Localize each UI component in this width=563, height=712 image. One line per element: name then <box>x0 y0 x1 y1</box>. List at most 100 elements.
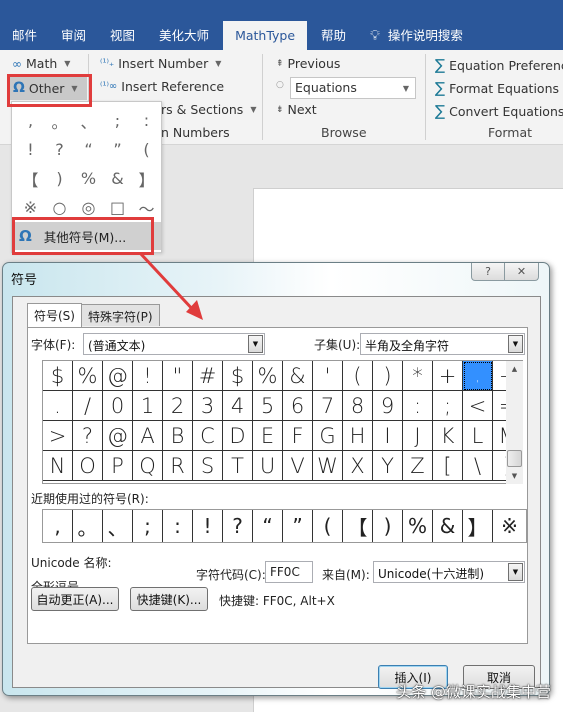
dropdown-symbol[interactable]: & <box>103 164 132 193</box>
close-button[interactable]: ✕ <box>505 263 539 281</box>
previous-button[interactable]: ⇞ Previous <box>276 56 340 71</box>
symbol-cell[interactable]: [ <box>433 451 463 481</box>
symbol-cell[interactable]: 8 <box>343 391 373 421</box>
symbol-cell[interactable]: ! <box>133 361 163 391</box>
dropdown-symbol[interactable]: : <box>132 106 161 135</box>
tab-beautify[interactable]: 美化大师 <box>147 21 221 50</box>
symbol-cell[interactable]: E <box>253 421 283 451</box>
tab-symbols[interactable]: 符号(S) <box>27 303 82 327</box>
chevron-down-icon[interactable]: ▼ <box>508 563 523 581</box>
symbol-cell[interactable]: % <box>253 361 283 391</box>
symbol-cell[interactable]: G <box>313 421 343 451</box>
recent-symbol[interactable]: 】 <box>463 510 493 542</box>
dropdown-symbol[interactable]: ? <box>45 135 74 164</box>
tab-review[interactable]: 审阅 <box>49 21 98 50</box>
symbol-cell[interactable]: C <box>193 421 223 451</box>
recent-symbol[interactable]: : <box>163 510 193 542</box>
symbol-cell[interactable]: : <box>403 391 433 421</box>
symbol-cell[interactable]: ( <box>343 361 373 391</box>
symbol-cell[interactable]: ? <box>73 421 103 451</box>
font-select[interactable]: (普通文本) ▼ <box>83 333 265 355</box>
symbol-cell[interactable]: D <box>223 421 253 451</box>
format-equations-button[interactable]: ∑ Format Equations <box>435 79 559 97</box>
symbol-cell[interactable]: * <box>403 361 433 391</box>
math-button[interactable]: ∞ Math ▼ <box>12 56 70 71</box>
symbol-cell[interactable]: 5 <box>253 391 283 421</box>
equation-preferences-button[interactable]: ∑ Equation Preferenc <box>435 56 563 74</box>
update-numbers-button[interactable]: n Numbers <box>161 125 230 140</box>
tab-mathtype[interactable]: MathType <box>223 21 308 50</box>
recent-symbol[interactable]: ? <box>223 510 253 542</box>
chapters-sections-button[interactable]: rs & Sections ▼ <box>161 102 256 117</box>
symbol-cell[interactable]: X <box>343 451 373 481</box>
symbol-cell[interactable]: " <box>163 361 193 391</box>
symbol-cell[interactable]: ' <box>313 361 343 391</box>
convert-equations-button[interactable]: ∑ Convert Equations <box>435 102 563 120</box>
symbol-cell[interactable]: W <box>313 451 343 481</box>
symbol-cell[interactable]: . <box>43 391 73 421</box>
symbol-cell[interactable]: \ <box>463 451 493 481</box>
symbol-cell[interactable]: F <box>283 421 313 451</box>
symbol-cell[interactable]: # <box>193 361 223 391</box>
recent-symbol[interactable]: , <box>43 510 73 542</box>
autocorrect-button[interactable]: 自动更正(A)... <box>31 587 119 611</box>
insert-number-button[interactable]: ⁽¹⁾₊ Insert Number ▼ <box>100 56 221 71</box>
symbol-cell[interactable]: $ <box>223 361 253 391</box>
symbol-cell[interactable]: Z <box>403 451 433 481</box>
symbol-cell[interactable]: 6 <box>283 391 313 421</box>
symbol-cell[interactable]: K <box>433 421 463 451</box>
symbol-cell[interactable]: @ <box>103 361 133 391</box>
symbol-cell[interactable]: R <box>163 451 193 481</box>
recent-symbol[interactable]: 、 <box>103 510 133 542</box>
scroll-up-icon[interactable]: ▲ <box>506 361 523 377</box>
symbol-cell[interactable]: A <box>133 421 163 451</box>
symbol-cell[interactable]: O <box>73 451 103 481</box>
tab-help[interactable]: 帮助 <box>309 21 358 50</box>
dropdown-symbol[interactable]: 。 <box>45 106 74 135</box>
scroll-down-icon[interactable]: ▼ <box>506 468 523 484</box>
symbol-cell[interactable]: P <box>103 451 133 481</box>
tab-view[interactable]: 视图 <box>98 21 147 50</box>
symbol-cell[interactable]: T <box>223 451 253 481</box>
symbol-cell[interactable]: 0 <box>103 391 133 421</box>
dropdown-symbol[interactable]: , <box>16 106 45 135</box>
scroll-thumb[interactable] <box>507 450 522 467</box>
dropdown-symbol[interactable]: 【 <box>16 164 45 193</box>
recent-symbol[interactable]: ) <box>373 510 403 542</box>
recent-symbol[interactable]: 【 <box>343 510 373 542</box>
symbol-cell[interactable]: N <box>43 451 73 481</box>
symbol-cell[interactable]: 1 <box>133 391 163 421</box>
recent-symbol[interactable]: “ <box>253 510 283 542</box>
symbol-cell[interactable]: & <box>283 361 313 391</box>
symbol-cell[interactable]: < <box>463 391 493 421</box>
symbol-cell[interactable]: L <box>463 421 493 451</box>
symbol-cell[interactable]: J <box>403 421 433 451</box>
recent-symbol[interactable]: 。 <box>73 510 103 542</box>
subset-select[interactable]: 半角及全角字符 ▼ <box>360 333 525 355</box>
from-select[interactable]: Unicode(十六进制) ▼ <box>373 561 525 583</box>
chevron-down-icon[interactable]: ▼ <box>248 335 263 353</box>
recent-symbol[interactable]: & <box>433 510 463 542</box>
symbol-cell[interactable]: > <box>43 421 73 451</box>
symbol-cell-selected[interactable]: , <box>463 361 493 391</box>
symbol-cell[interactable]: S <box>193 451 223 481</box>
symbol-cell[interactable]: V <box>283 451 313 481</box>
symbol-cell[interactable]: Y <box>373 451 403 481</box>
dropdown-symbol[interactable]: ” <box>103 135 132 164</box>
dropdown-symbol[interactable]: ( <box>132 135 161 164</box>
dropdown-symbol[interactable]: ! <box>16 135 45 164</box>
recent-symbol[interactable]: ” <box>283 510 313 542</box>
char-code-input[interactable]: FF0C <box>265 561 313 583</box>
symbol-cell[interactable]: + <box>433 361 463 391</box>
symbol-cell[interactable]: 4 <box>223 391 253 421</box>
recent-symbol[interactable]: ( <box>313 510 343 542</box>
recent-symbol[interactable]: % <box>403 510 433 542</box>
dropdown-symbol[interactable]: “ <box>74 135 103 164</box>
insert-reference-button[interactable]: ⁽¹⁾∞ Insert Reference <box>100 79 224 94</box>
symbol-cell[interactable]: 3 <box>193 391 223 421</box>
symbol-cell[interactable]: 9 <box>373 391 403 421</box>
recent-symbol[interactable]: ※ <box>493 510 526 542</box>
tab-special-characters[interactable]: 特殊字符(P) <box>81 304 160 326</box>
next-button[interactable]: ⇟ Next <box>276 102 317 117</box>
dropdown-symbol[interactable]: ) <box>45 164 74 193</box>
